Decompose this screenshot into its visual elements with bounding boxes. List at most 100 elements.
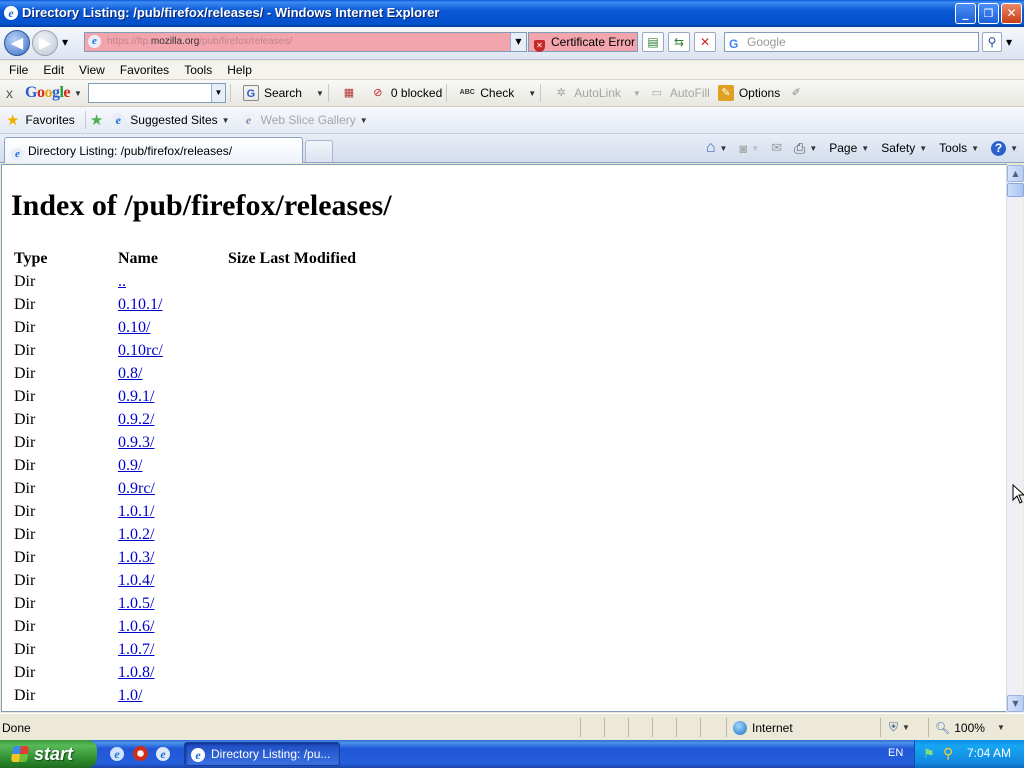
row-name-cell: 1.0.4/ <box>116 569 358 592</box>
search-button[interactable]: ⚲ <box>982 32 1002 52</box>
safety-menu[interactable]: Safety ▼ <box>881 141 927 155</box>
taskbar-window-ie[interactable]: e Directory Listing: /pu... <box>184 742 340 766</box>
url-text: https://ftp.mozilla.org/pub/firefox/rele… <box>107 36 293 47</box>
url-dropdown[interactable]: ▼ <box>510 33 526 51</box>
menu-edit[interactable]: Edit <box>37 61 70 79</box>
google-search-button[interactable]: G Search ▼ <box>242 85 324 101</box>
row-type: Dir <box>14 502 36 520</box>
print-button[interactable]: ⎙ ▼ <box>794 140 817 157</box>
toolbar-close-button[interactable]: x <box>6 85 13 101</box>
clock[interactable]: 7:04 AM <box>967 746 1011 760</box>
compatibility-view-icon[interactable]: ▤ <box>642 32 664 52</box>
directory-link[interactable]: 0.9.1/ <box>118 388 154 405</box>
stop-button[interactable]: ✕ <box>694 32 716 52</box>
close-button[interactable]: ✕ <box>1001 3 1022 24</box>
directory-link[interactable]: 0.9.2/ <box>118 411 154 428</box>
zoom-button[interactable]: 🔍︎ 100% ▼ <box>928 718 1006 737</box>
protected-mode-icon: ⛨ <box>889 720 899 734</box>
popup-blocker-button[interactable]: ⊘ 0 blocked <box>370 85 442 101</box>
start-button[interactable]: start <box>0 740 97 768</box>
add-to-favorites-button[interactable]: ★ <box>90 111 109 129</box>
language-indicator[interactable]: EN <box>888 747 903 759</box>
row-type: Dir <box>14 571 36 589</box>
search-options-dropdown[interactable]: ▼ <box>1006 38 1012 47</box>
security-zone[interactable]: Internet <box>726 718 876 737</box>
row-type: Dir <box>14 295 36 313</box>
directory-link[interactable]: 0.9/ <box>118 457 142 474</box>
taskbar-ie-icon: e <box>191 748 205 762</box>
directory-link[interactable]: 1.0.6/ <box>118 618 154 635</box>
row-type: Dir <box>14 663 36 681</box>
menu-file[interactable]: File <box>3 61 34 79</box>
tab-directory-listing[interactable]: e Directory Listing: /pub/firefox/release… <box>4 137 303 163</box>
options-button[interactable]: ✎ Options <box>717 85 780 101</box>
new-tab-button[interactable] <box>305 140 333 162</box>
certificate-error-button[interactable]: ✕ Certificate Error <box>528 32 638 52</box>
menu-view[interactable]: View <box>73 61 111 79</box>
page-menu[interactable]: Page ▼ <box>829 141 869 155</box>
directory-link[interactable]: 1.0.3/ <box>118 549 154 566</box>
menu-tools[interactable]: Tools <box>178 61 218 79</box>
directory-link[interactable]: 0.10/ <box>118 319 150 336</box>
favorites-button[interactable]: ★ Favorites <box>6 111 75 129</box>
directory-link[interactable]: .. <box>118 273 126 290</box>
menu-favorites[interactable]: Favorites <box>114 61 175 79</box>
scroll-up-button[interactable]: ▲ <box>1007 165 1024 182</box>
autolink-button[interactable]: ✲ AutoLink ▼ <box>553 85 641 101</box>
directory-link[interactable]: 0.9.3/ <box>118 434 154 451</box>
quicklaunch-ie-icon[interactable]: e <box>110 747 124 761</box>
tray-search-icon[interactable]: ⚲ <box>943 745 953 762</box>
web-slice-gallery-button[interactable]: e Web Slice Gallery ▼ <box>241 113 368 127</box>
directory-link[interactable]: 0.8/ <box>118 365 142 382</box>
directory-link[interactable]: 1.0.1/ <box>118 503 154 520</box>
tools-menu[interactable]: Tools ▼ <box>939 141 979 155</box>
read-mail-button[interactable]: ✉ <box>771 140 782 156</box>
directory-link[interactable]: 1.0.8/ <box>118 664 154 681</box>
autofill-button[interactable]: ▭ AutoFill <box>649 85 710 101</box>
restore-button[interactable]: ❐ <box>978 3 999 24</box>
directory-link[interactable]: 1.0.7/ <box>118 641 154 658</box>
forward-button[interactable]: ▶ <box>32 30 58 56</box>
refresh-button[interactable]: ⇆ <box>668 32 690 52</box>
protected-mode-button[interactable]: ⛨ ▼ <box>880 718 928 737</box>
table-row: Dir.. <box>12 270 358 293</box>
vertical-scrollbar[interactable]: ▲ ▼ <box>1006 165 1024 713</box>
minimize-button[interactable]: _ <box>955 3 976 24</box>
row-type: Dir <box>14 548 36 566</box>
quicklaunch-ie2-icon[interactable]: e <box>156 747 170 761</box>
google-toolbar-search-input[interactable]: ▼ <box>87 83 226 103</box>
pencil-button[interactable]: ✐ <box>788 85 809 101</box>
back-button[interactable]: ◀ <box>4 30 30 56</box>
table-row: Dir 1.0.8/ <box>12 661 358 684</box>
scroll-down-button[interactable]: ▼ <box>1007 695 1024 712</box>
directory-link[interactable]: 0.10rc/ <box>118 342 163 359</box>
news-button[interactable]: ▦ <box>341 85 362 101</box>
directory-link[interactable]: 1.0.4/ <box>118 572 154 589</box>
table-row: Dir 0.9.1/ <box>12 385 358 408</box>
search-history-dropdown[interactable]: ▼ <box>210 84 225 102</box>
directory-link[interactable]: 0.9rc/ <box>118 480 155 497</box>
scroll-thumb[interactable] <box>1007 183 1024 197</box>
table-row: Dir 1.0.4/ <box>12 569 358 592</box>
quicklaunch-opera-icon[interactable] <box>133 746 148 761</box>
menu-help[interactable]: Help <box>221 61 258 79</box>
url-input[interactable]: e https://ftp.mozilla.org/pub/firefox/re… <box>84 32 527 52</box>
directory-link[interactable]: 0.10.1/ <box>118 296 162 313</box>
row-name-cell: 0.10/ <box>116 316 358 339</box>
spell-check-button[interactable]: ABC Check ▼ <box>459 85 537 101</box>
google-menu-dropdown[interactable]: ▼ <box>74 89 82 98</box>
suggested-sites-button[interactable]: e Suggested Sites ▼ <box>111 113 230 127</box>
help-menu[interactable]: ? ▼ <box>991 140 1018 156</box>
recent-pages-dropdown[interactable]: ▼ <box>62 38 68 47</box>
home-button[interactable]: ⌂ ▼ <box>706 139 728 157</box>
network-icon[interactable]: ⚑ <box>923 746 935 762</box>
feeds-button[interactable]: ◙ ▼ <box>739 141 759 156</box>
directory-link[interactable]: 1.0.5/ <box>118 595 154 612</box>
search-input[interactable]: G Google <box>724 32 979 52</box>
news-icon: ▦ <box>343 87 355 99</box>
table-row: Dir 1.0.7/ <box>12 638 358 661</box>
directory-link[interactable]: 1.0/ <box>118 687 142 704</box>
row-name-cell: 1.0.1/ <box>116 500 358 523</box>
directory-link[interactable]: 1.0.2/ <box>118 526 154 543</box>
row-name-cell: 0.10.1/ <box>116 293 358 316</box>
